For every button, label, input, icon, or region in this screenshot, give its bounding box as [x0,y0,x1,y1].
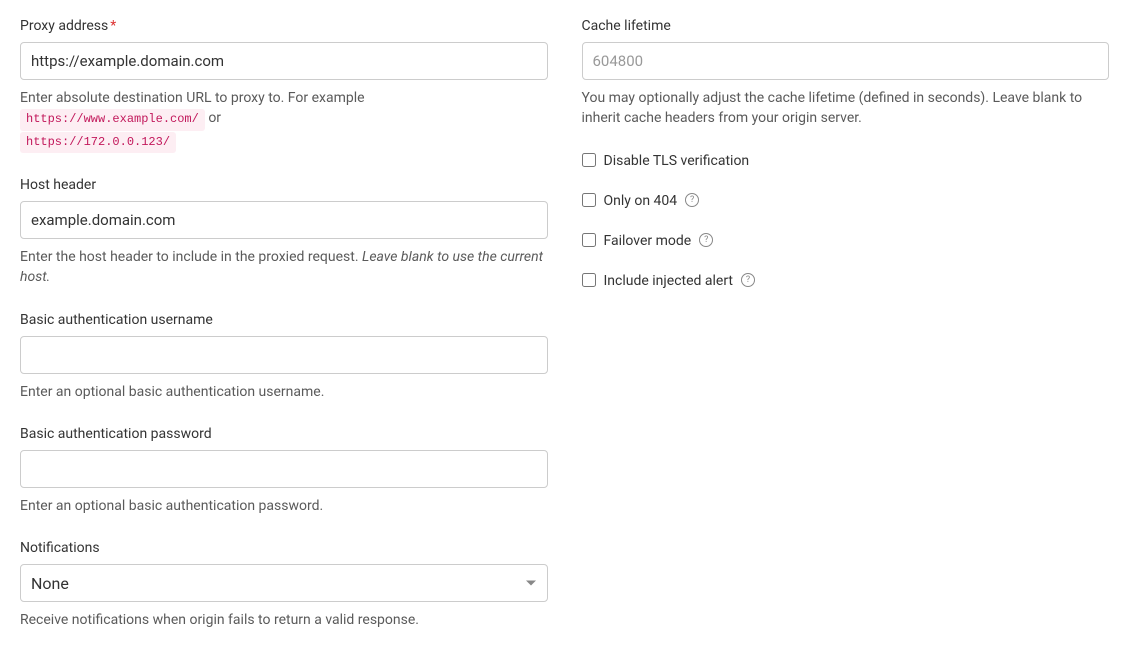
help-icon[interactable]: ? [741,273,755,287]
cache-lifetime-label: Cache lifetime [582,18,1110,34]
host-header-input[interactable] [20,201,548,239]
only-on-404-row: Only on 404 ? [582,193,1110,209]
disable-tls-label: Disable TLS verification [604,153,750,169]
basic-auth-password-label: Basic authentication password [20,426,548,442]
help-icon[interactable]: ? [685,193,699,207]
proxy-address-help: Enter absolute destination URL to proxy … [20,88,548,153]
proxy-address-input[interactable] [20,42,548,80]
basic-auth-username-input[interactable] [20,336,548,374]
disable-tls-row: Disable TLS verification [582,153,1110,169]
failover-mode-label: Failover mode [604,233,692,249]
notifications-help: Receive notifications when origin fails … [20,610,548,630]
failover-mode-checkbox[interactable] [582,233,596,247]
proxy-address-label: Proxy address* [20,18,548,34]
help-icon[interactable]: ? [699,233,713,247]
include-injected-alert-label: Include injected alert [604,273,734,289]
cache-lifetime-help: You may optionally adjust the cache life… [582,88,1110,129]
notifications-label: Notifications [20,540,548,556]
basic-auth-username-label: Basic authentication username [20,312,548,328]
failover-mode-row: Failover mode ? [582,233,1110,249]
required-star-icon: * [110,18,116,34]
right-column: Cache lifetime You may optionally adjust… [582,18,1110,655]
include-injected-alert-checkbox[interactable] [582,273,596,287]
disable-tls-checkbox[interactable] [582,153,596,167]
include-injected-alert-row: Include injected alert ? [582,273,1110,289]
cache-lifetime-input[interactable] [582,42,1110,80]
proxy-address-field: Proxy address* Enter absolute destinatio… [20,18,548,153]
only-on-404-checkbox[interactable] [582,193,596,207]
notifications-field: Notifications None Receive notifications… [20,540,548,630]
host-header-help: Enter the host header to include in the … [20,247,548,288]
notifications-select-wrapper: None [20,564,548,602]
basic-auth-username-help: Enter an optional basic authentication u… [20,382,548,402]
host-header-label: Host header [20,177,548,193]
form-columns: Proxy address* Enter absolute destinatio… [20,18,1109,655]
basic-auth-password-help: Enter an optional basic authentication p… [20,496,548,516]
left-column: Proxy address* Enter absolute destinatio… [20,18,548,655]
notifications-select[interactable]: None [20,564,548,602]
basic-auth-password-field: Basic authentication password Enter an o… [20,426,548,516]
basic-auth-password-input[interactable] [20,450,548,488]
code-chip: https://172.0.0.123/ [20,132,176,153]
code-chip: https://www.example.com/ [20,109,205,130]
basic-auth-username-field: Basic authentication username Enter an o… [20,312,548,402]
cache-lifetime-field: Cache lifetime You may optionally adjust… [582,18,1110,129]
host-header-field: Host header Enter the host header to inc… [20,177,548,288]
only-on-404-label: Only on 404 [604,193,678,209]
